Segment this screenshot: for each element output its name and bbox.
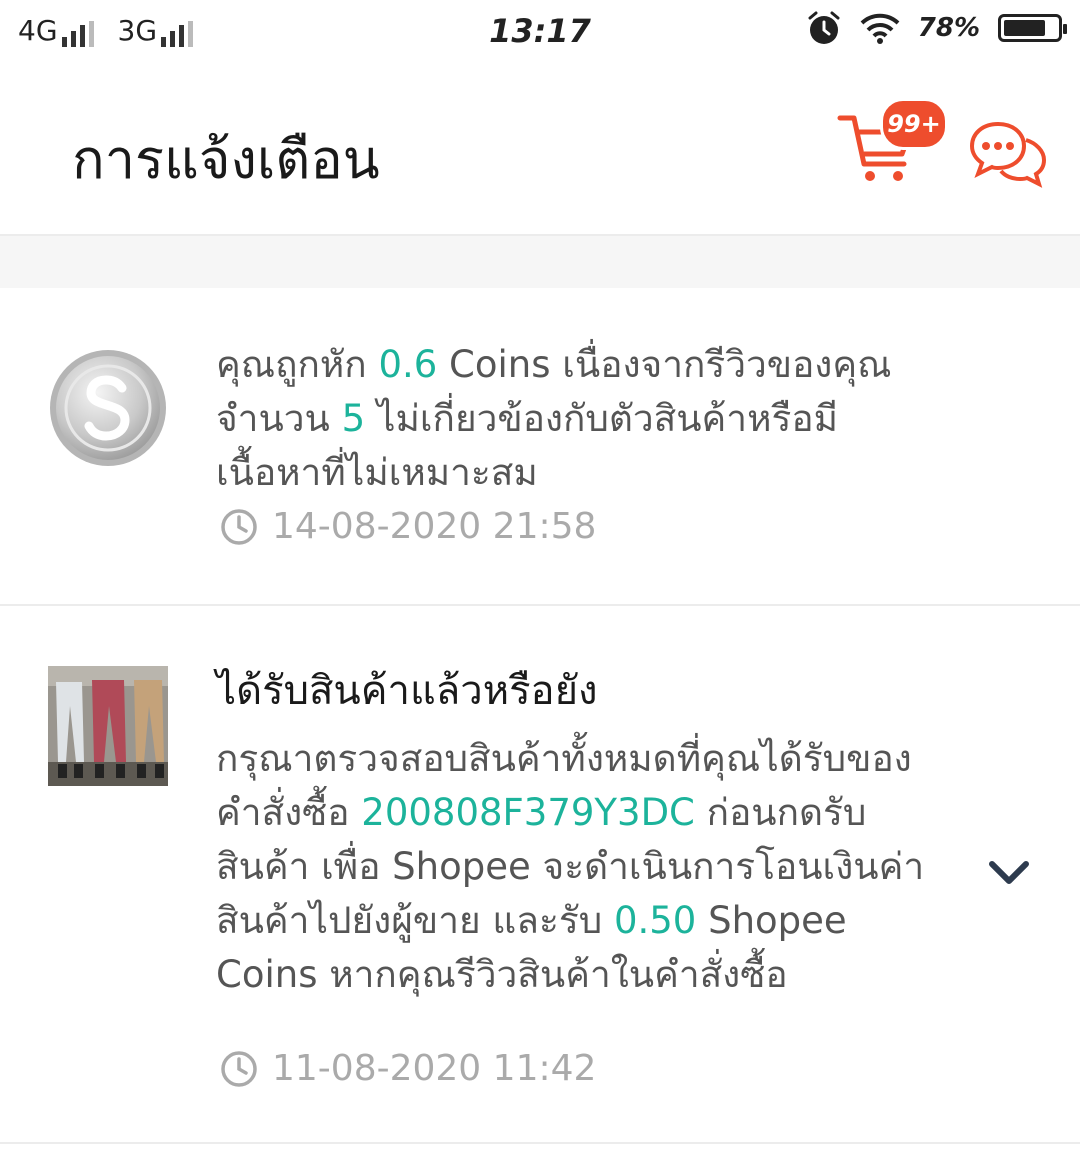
timestamp-text: 11-08-2020 11:42 <box>272 1048 597 1089</box>
notification-timestamp: 11-08-2020 11:42 <box>220 1048 596 1089</box>
highlight-text: 0.6 <box>378 343 438 386</box>
section-divider <box>0 234 1080 290</box>
chevron-down-icon[interactable] <box>986 856 1032 890</box>
battery-icon <box>998 14 1067 42</box>
highlight-text: 200808F379Y3DC <box>361 791 695 834</box>
shopee-coin-icon <box>50 350 166 466</box>
page-title: การแจ้งเตือน <box>72 128 380 191</box>
battery-percent: 78% <box>917 13 980 43</box>
notification-heading: ได้รับสินค้าแล้วหรือยัง <box>216 668 598 714</box>
highlight-text: 5 <box>341 397 366 440</box>
clock-icon <box>221 508 257 545</box>
notification-message: กรุณาตรวจสอบสินค้าทั้งหมดที่คุณได้รับของ… <box>216 732 936 1002</box>
notification-timestamp: 14-08-2020 21:58 <box>220 506 596 547</box>
timestamp-text: 14-08-2020 21:58 <box>272 506 597 547</box>
status-bar: 4G 3G 13:17 78% <box>0 0 1080 66</box>
message-text: คุณถูกหัก <box>216 343 379 386</box>
notification-item[interactable]: คุณถูกหัก 0.6 Coins เนื่องจากรีวิวของคุณ… <box>0 288 1080 606</box>
app-header: การแจ้งเตือน <box>0 66 1080 234</box>
cart-badge: 99+ <box>880 98 948 150</box>
wifi-icon <box>860 13 900 44</box>
product-thumbnail <box>48 666 168 786</box>
chat-icon[interactable] <box>968 118 1048 188</box>
notification-item[interactable]: ได้รับสินค้าแล้วหรือยัง กรุณาตรวจสอบสินค… <box>0 606 1080 1144</box>
alarm-icon <box>808 11 840 44</box>
clock-icon <box>221 1050 257 1087</box>
notification-message: คุณถูกหัก 0.6 Coins เนื่องจากรีวิวของคุณ… <box>216 338 936 500</box>
highlight-text: 0.50 <box>613 899 697 942</box>
